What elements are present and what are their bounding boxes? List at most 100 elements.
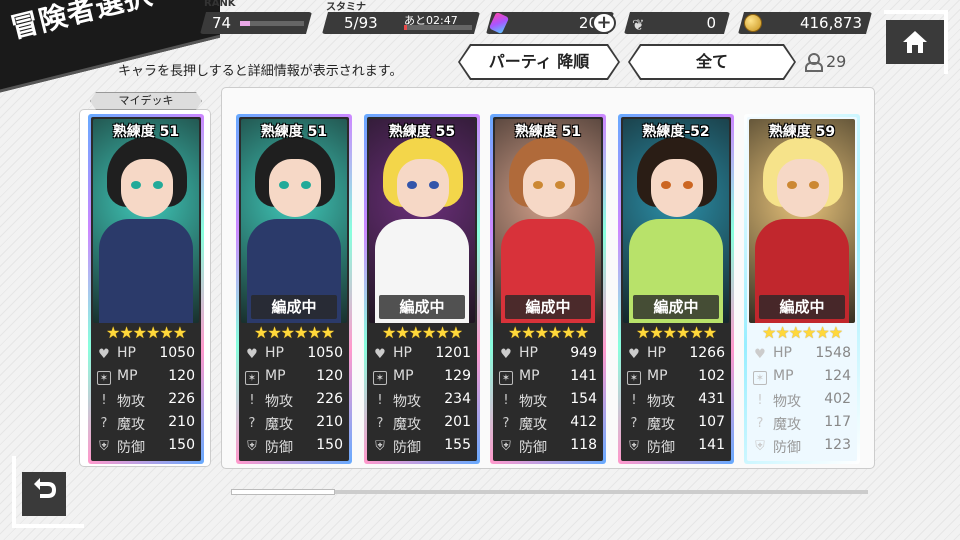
mp-icon: ✶ — [499, 371, 513, 385]
stat-physical-attack: ! 物攻 234 — [373, 391, 471, 413]
gem-icon — [489, 12, 509, 34]
card-body: 熟練度 51 ★★★★★★ ♥ HP 1050 ✶ MP 120 ! 物攻 226 ? 魔攻 2… — [91, 117, 201, 461]
stat-value: 1050 — [307, 345, 343, 361]
proficiency-label: 熟練度 55 — [388, 124, 456, 140]
stat-label: HP — [393, 345, 412, 361]
character-eye — [555, 181, 565, 189]
stat-physical-attack: ! 物攻 402 — [753, 391, 851, 413]
in-party-badge: 編成中 — [633, 295, 719, 319]
character-eye — [407, 181, 417, 189]
stat-label: 物攻 — [519, 394, 547, 410]
stat-magic-attack: ? 魔攻 412 — [499, 414, 597, 436]
sword-icon: ! — [631, 393, 637, 408]
stat-label: MP — [647, 368, 668, 384]
heart-icon: ♥ — [754, 347, 766, 362]
magic-icon: ? — [100, 416, 108, 431]
stat-defense: ⛨ 防御 150 — [245, 437, 343, 459]
rank-label: RANK — [204, 0, 236, 9]
shield-icon: ⛨ — [755, 439, 765, 454]
stat-value: 402 — [824, 391, 851, 407]
in-party-badge: 編成中 — [759, 295, 845, 319]
stat-magic-attack: ? 魔攻 210 — [97, 414, 195, 436]
stat-magic-attack: ? 魔攻 117 — [753, 414, 851, 436]
stat-value: 102 — [698, 368, 725, 384]
card-body: 熟練度 55 編成中 ★★★★★★ ♥ HP 1201 ✶ MP 129 ! 物攻 234 … — [367, 117, 477, 461]
mp-icon: ✶ — [627, 371, 641, 385]
add-gems-button[interactable]: + — [592, 12, 616, 34]
stat-value: 150 — [168, 437, 195, 453]
magic-icon: ? — [248, 416, 256, 431]
shield-icon: ⛨ — [375, 439, 385, 454]
stat-mp: ✶ MP 120 — [97, 368, 195, 390]
coin-value: 416,873 — [799, 14, 862, 32]
stat-label: 魔攻 — [773, 417, 801, 433]
feather-display: ❦ 0 — [624, 12, 730, 34]
character-face — [777, 159, 829, 217]
stat-value: 210 — [168, 414, 195, 430]
adventurer-card[interactable]: 熟練度 51 編成中 ★★★★★★ ♥ HP 1050 ✶ MP 120 ! 物攻 226 … — [236, 114, 352, 464]
card-body: 熟練度 51 編成中 ★★★★★★ ♥ HP 949 ✶ MP 141 ! 物攻 154 ?… — [493, 117, 603, 461]
adventurer-card[interactable]: 熟練度 55 編成中 ★★★★★★ ♥ HP 1201 ✶ MP 129 ! 物攻 234 … — [364, 114, 480, 464]
stat-label: 防御 — [773, 440, 801, 456]
stat-value: 226 — [168, 391, 195, 407]
stat-label: HP — [117, 345, 136, 361]
party-sort-label: パーティ 降順 — [460, 46, 618, 78]
rarity-stars: ★★★★★★ — [253, 323, 335, 342]
stat-value: 141 — [698, 437, 725, 453]
proficiency-label: 熟練度 51 — [112, 124, 180, 140]
scrollbar-thumb[interactable] — [232, 490, 334, 494]
stat-value: 1266 — [689, 345, 725, 361]
scrollbar[interactable] — [232, 490, 868, 494]
party-sort-button[interactable]: パーティ 降順 — [458, 44, 620, 80]
in-party-badge: 編成中 — [251, 295, 337, 319]
filter-button[interactable]: 全て — [628, 44, 796, 80]
coin-icon — [744, 14, 762, 32]
mp-icon: ✶ — [245, 371, 259, 385]
character-eye — [279, 181, 289, 189]
character-face — [523, 159, 575, 217]
character-face — [651, 159, 703, 217]
stat-label: 防御 — [519, 440, 547, 456]
stat-hp: ♥ HP 949 — [499, 345, 597, 367]
coin-display: 416,873 — [738, 12, 872, 34]
stat-label: 魔攻 — [265, 417, 293, 433]
proficiency-label: 熟練度 59 — [768, 124, 836, 140]
stat-hp: ♥ HP 1548 — [753, 345, 851, 367]
adventurer-card[interactable]: 熟練度 51 ★★★★★★ ♥ HP 1050 ✶ MP 120 ! 物攻 226 ? 魔攻 2… — [88, 114, 204, 464]
person-icon — [804, 53, 823, 72]
adventurer-count-value: 29 — [826, 52, 847, 71]
heart-icon: ♥ — [500, 347, 512, 362]
rank-progress-bar — [240, 21, 304, 26]
stat-value: 155 — [444, 437, 471, 453]
proficiency-label: 熟練度 51 — [514, 124, 582, 140]
stat-label: HP — [647, 345, 666, 361]
stamina-value: 5/93 — [344, 14, 378, 32]
stamina-label: スタミナ — [326, 2, 366, 13]
stat-value: 124 — [824, 368, 851, 384]
stat-value: 118 — [570, 437, 597, 453]
stat-value: 107 — [698, 414, 725, 430]
back-button[interactable] — [12, 456, 84, 528]
card-body: 熟練度 59 編成中 ★★★★★★ ♥ HP 1548 ✶ MP 124 ! 物攻 402 … — [747, 117, 857, 461]
card-body: 熟練度 51 編成中 ★★★★★★ ♥ HP 1050 ✶ MP 120 ! 物攻 226 … — [239, 117, 349, 461]
stat-value: 1201 — [435, 345, 471, 361]
character-face — [397, 159, 449, 217]
stat-label: 物攻 — [393, 394, 421, 410]
magic-icon: ? — [376, 416, 384, 431]
home-button[interactable] — [884, 10, 948, 74]
adventurer-card[interactable]: 熟練度-52 編成中 ★★★★★★ ♥ HP 1266 ✶ MP 102 ! 物攻 431 … — [618, 114, 734, 464]
magic-icon: ? — [756, 416, 764, 431]
stat-value: 949 — [570, 345, 597, 361]
heart-icon: ♥ — [374, 347, 386, 362]
stat-defense: ⛨ 防御 155 — [373, 437, 471, 459]
stat-value: 1548 — [815, 345, 851, 361]
stat-physical-attack: ! 物攻 226 — [245, 391, 343, 413]
stat-defense: ⛨ 防御 123 — [753, 437, 851, 459]
adventurer-card[interactable]: 熟練度 51 編成中 ★★★★★★ ♥ HP 949 ✶ MP 141 ! 物攻 154 ?… — [490, 114, 606, 464]
stat-value: 431 — [698, 391, 725, 407]
adventurer-card[interactable]: 熟練度 59 編成中 ★★★★★★ ♥ HP 1548 ✶ MP 124 ! 物攻 402 … — [744, 114, 860, 464]
stat-value: 117 — [824, 414, 851, 430]
magic-icon: ? — [502, 416, 510, 431]
character-eye — [533, 181, 543, 189]
character-portrait: 熟練度 51 — [93, 119, 199, 323]
